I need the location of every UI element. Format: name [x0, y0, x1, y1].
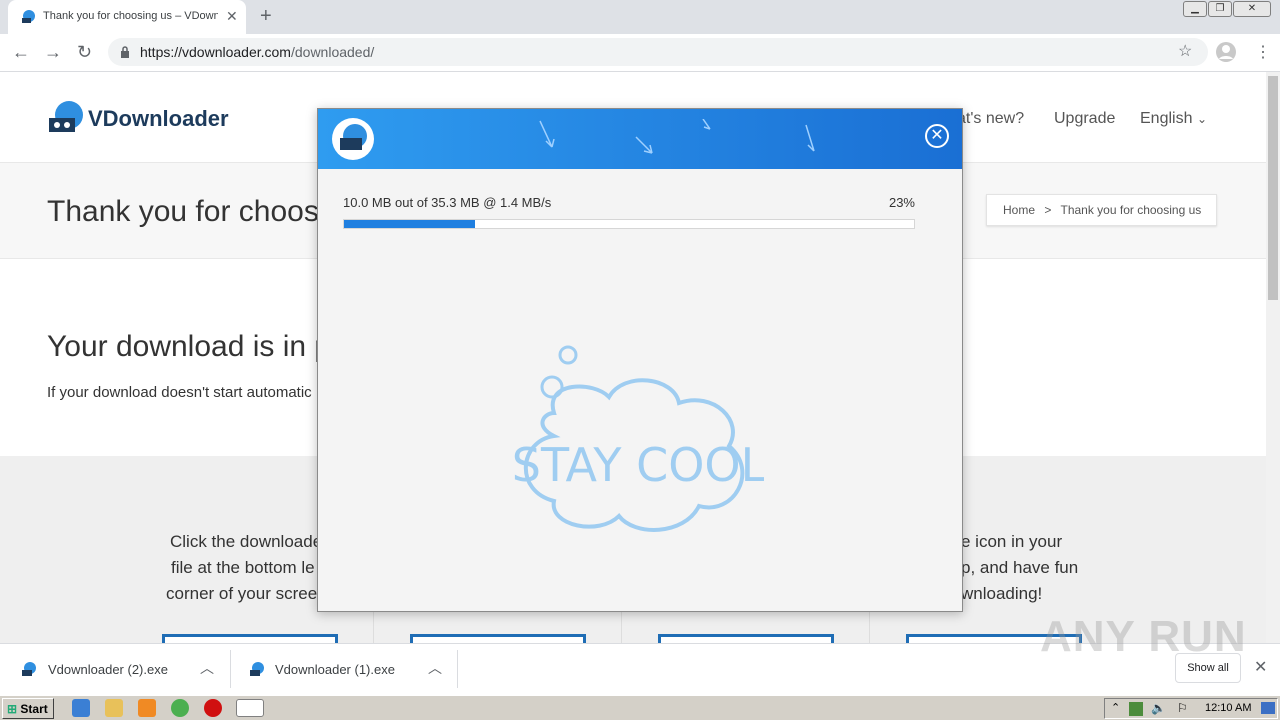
url-text: https://vdownloader.com/downloaded/ [140, 44, 374, 60]
decorative-arrows [539, 119, 815, 154]
progress-bar [343, 219, 915, 229]
col4-line2: p, and have fun [961, 558, 1079, 577]
breadcrumb-home[interactable]: Home [1003, 203, 1035, 217]
nav-upgrade[interactable]: Upgrade [1054, 110, 1115, 128]
page-title: Thank you for choos [47, 195, 319, 228]
col1-line2: file at the bottom le [171, 558, 315, 577]
tray-expand-icon[interactable]: ⌃ [1111, 701, 1120, 714]
menu-kebab-icon[interactable]: ⋮ [1255, 42, 1271, 62]
network-icon[interactable] [1129, 702, 1143, 716]
instruction-image-2 [410, 634, 586, 643]
start-button[interactable]: ⊞ Start [2, 698, 54, 719]
col1-line1: Click the downloade [170, 532, 323, 551]
media-player-icon[interactable] [138, 699, 156, 717]
stay-cool-illustration: STAY COOL [514, 345, 764, 532]
site-logo-text[interactable]: VDownloader [88, 106, 229, 132]
col1-line3: corner of your scree [166, 584, 318, 603]
progress-percent: 23% [888, 195, 915, 210]
anyrun-watermark: ANY RUN [1040, 612, 1247, 661]
maximize-button[interactable]: ❐ [1208, 1, 1232, 17]
language-label: English [1140, 110, 1193, 127]
dialog-header: ✕ [318, 109, 962, 169]
download-heading: Your download is in p [47, 330, 332, 363]
dialog-logo-icon [332, 118, 374, 160]
show-desktop-icon[interactable] [1261, 702, 1275, 714]
profile-avatar-icon[interactable] [1215, 41, 1237, 63]
shelf-close-icon[interactable]: ✕ [1254, 657, 1267, 677]
browser-toolbar: ← → ↻ https://vdownloader.com/downloaded… [0, 34, 1280, 72]
flag-icon[interactable]: ⚐ [1177, 701, 1188, 715]
chevron-up-icon[interactable]: ︿ [428, 658, 442, 678]
page-scrollbar-thumb[interactable] [1268, 76, 1278, 300]
taskbar-clock[interactable]: 12:10 AM [1205, 702, 1251, 714]
forward-arrow-icon[interactable]: → [44, 42, 62, 63]
col4-line3: wnloading! [961, 584, 1043, 603]
download-item[interactable]: Vdownloader (2).exe ︿ [0, 644, 230, 696]
window-close-button[interactable]: ✕ [1233, 1, 1271, 17]
progress-bar-fill [344, 220, 476, 228]
vdownloader-favicon-icon [22, 10, 35, 23]
download-item[interactable]: Vdownloader (1).exe ︿ [230, 644, 458, 696]
shelf-divider [457, 650, 458, 688]
download-item-name: Vdownloader (1).exe [275, 662, 395, 677]
browser-tab-strip: Thank you for choosing us – VDownl ✕ + ▁… [0, 0, 1280, 34]
breadcrumb: Home > Thank you for choosing us [986, 194, 1217, 226]
lock-icon [121, 46, 129, 58]
browser-tab[interactable]: Thank you for choosing us – VDownl ✕ [8, 0, 246, 34]
download-progress-dialog: ✕ 10.0 MB out of 35.3 MB @ 1.4 MB/s 23% … [317, 108, 963, 612]
breadcrumb-separator-icon: > [1044, 203, 1052, 217]
address-bar[interactable]: https://vdownloader.com/downloaded/ ☆ [108, 38, 1208, 66]
vdownloader-logo-icon[interactable] [47, 100, 85, 136]
url-path: /downloaded/ [290, 44, 375, 60]
exe-file-icon [22, 662, 36, 676]
progress-text: 10.0 MB out of 35.3 MB @ 1.4 MB/s [343, 195, 552, 210]
download-subtext: If your download doesn't start automatic [47, 384, 312, 401]
exe-file-icon [250, 662, 264, 676]
chevron-up-icon[interactable]: ︿ [200, 658, 214, 678]
instruction-image-1 [162, 634, 338, 643]
url-host: https://vdownloader.com [140, 44, 291, 60]
vdownloader-taskbar-icon[interactable] [236, 699, 264, 717]
reload-icon[interactable]: ↻ [77, 42, 92, 63]
system-tray: ⌃ 🔈 ⚐ 12:10 AM [1104, 698, 1278, 719]
breadcrumb-current: Thank you for choosing us [1060, 203, 1202, 217]
dialog-close-icon[interactable]: ✕ [925, 124, 949, 148]
nav-language[interactable]: English ⌄ [1140, 110, 1207, 128]
tab-close-icon[interactable]: ✕ [226, 8, 238, 25]
tab-title: Thank you for choosing us – VDownl [43, 10, 218, 22]
minimize-button[interactable]: ▁ [1183, 1, 1207, 17]
windows-logo-icon: ⊞ [7, 702, 18, 716]
col4-line1: e icon in your [961, 532, 1063, 551]
explorer-folder-icon[interactable] [105, 699, 123, 717]
instruction-image-3 [658, 634, 834, 643]
start-label: Start [20, 702, 48, 716]
new-tab-button[interactable]: + [260, 5, 272, 28]
back-arrow-icon[interactable]: ← [12, 42, 30, 63]
download-item-name: Vdownloader (2).exe [48, 662, 168, 677]
stay-cool-text: STAY COOL [514, 438, 764, 492]
chevron-down-icon: ⌄ [1196, 112, 1207, 126]
volume-icon[interactable]: 🔈 [1151, 701, 1166, 715]
bookmark-star-icon[interactable]: ☆ [1178, 41, 1192, 61]
opera-icon[interactable] [204, 699, 222, 717]
windows-taskbar: ⊞ Start ⌃ 🔈 ⚐ 12:10 AM [0, 695, 1280, 720]
ie-icon[interactable] [72, 699, 90, 717]
chrome-icon[interactable] [171, 699, 189, 717]
nav-whats-new[interactable]: at's new? [957, 110, 1024, 128]
